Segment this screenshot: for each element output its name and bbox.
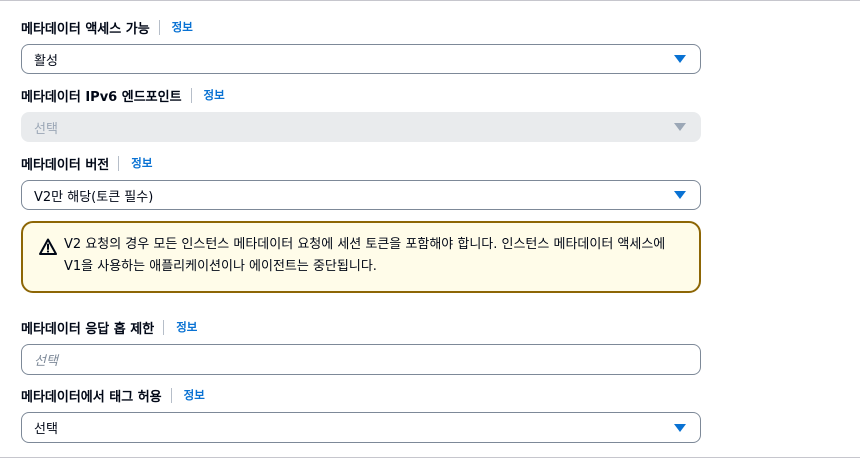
tags-info-link[interactable]: 정보 bbox=[184, 387, 205, 403]
metadata-version-value: V2만 해당(토큰 필수) bbox=[34, 189, 154, 205]
caret-down-icon bbox=[674, 123, 686, 131]
metadata-access-field: 메타데이터 액세스 가능 정보 활성 bbox=[21, 16, 701, 74]
caret-down-icon bbox=[674, 55, 686, 63]
metadata-version-info-link[interactable]: 정보 bbox=[131, 155, 152, 171]
label-row: 메타데이터 응답 홉 제한 정보 bbox=[21, 316, 701, 338]
metadata-access-select[interactable]: 활성 bbox=[21, 44, 701, 74]
metadata-version-label: 메타데이터 버전 bbox=[21, 157, 110, 173]
tags-select[interactable]: 선택 bbox=[21, 412, 701, 443]
label-row: 메타데이터 액세스 가능 정보 bbox=[21, 16, 701, 38]
metadata-access-value: 활성 bbox=[34, 53, 58, 69]
tags-field: 메타데이터에서 태그 허용 정보 선택 bbox=[21, 384, 701, 443]
hop-limit-label: 메타데이터 응답 홉 제한 bbox=[21, 321, 155, 337]
hop-limit-info-link[interactable]: 정보 bbox=[176, 319, 197, 335]
label-divider bbox=[118, 155, 120, 171]
ipv6-endpoint-info-link[interactable]: 정보 bbox=[204, 87, 225, 103]
metadata-access-label: 메타데이터 액세스 가능 bbox=[21, 21, 150, 37]
metadata-version-field: 메타데이터 버전 정보 V2만 해당(토큰 필수) bbox=[21, 152, 701, 210]
label-divider bbox=[163, 319, 165, 335]
label-divider bbox=[170, 387, 172, 403]
warning-text: V2 요청의 경우 모든 인스턴스 메타데이터 요청에 세션 토큰을 포함해야 … bbox=[64, 237, 666, 274]
label-row: 메타데이터 IPv6 엔드포인트 정보 bbox=[21, 84, 701, 106]
tags-label: 메타데이터에서 태그 허용 bbox=[21, 389, 162, 405]
metadata-access-info-link[interactable]: 정보 bbox=[172, 19, 193, 35]
caret-down-icon bbox=[674, 191, 686, 199]
warning-alert: V2 요청의 경우 모든 인스턴스 메타데이터 요청에 세션 토큰을 포함해야 … bbox=[21, 221, 701, 293]
tags-value: 선택 bbox=[34, 422, 58, 437]
ipv6-endpoint-value: 선택 bbox=[34, 121, 58, 137]
label-row: 메타데이터에서 태그 허용 정보 bbox=[21, 384, 701, 406]
hop-limit-input[interactable]: 선택 bbox=[21, 344, 701, 375]
label-divider bbox=[158, 19, 160, 35]
metadata-version-select[interactable]: V2만 해당(토큰 필수) bbox=[21, 180, 701, 210]
hop-limit-field: 메타데이터 응답 홉 제한 정보 선택 bbox=[21, 316, 701, 375]
top-divider bbox=[0, 0, 860, 1]
label-row: 메타데이터 버전 정보 bbox=[21, 152, 701, 174]
label-divider bbox=[190, 87, 192, 103]
ipv6-endpoint-field: 메타데이터 IPv6 엔드포인트 정보 선택 bbox=[21, 84, 701, 142]
ipv6-endpoint-label: 메타데이터 IPv6 엔드포인트 bbox=[21, 89, 182, 105]
hop-limit-placeholder: 선택 bbox=[34, 354, 58, 369]
warning-icon bbox=[39, 238, 57, 255]
ipv6-endpoint-select: 선택 bbox=[21, 112, 701, 142]
caret-down-icon bbox=[674, 423, 686, 432]
